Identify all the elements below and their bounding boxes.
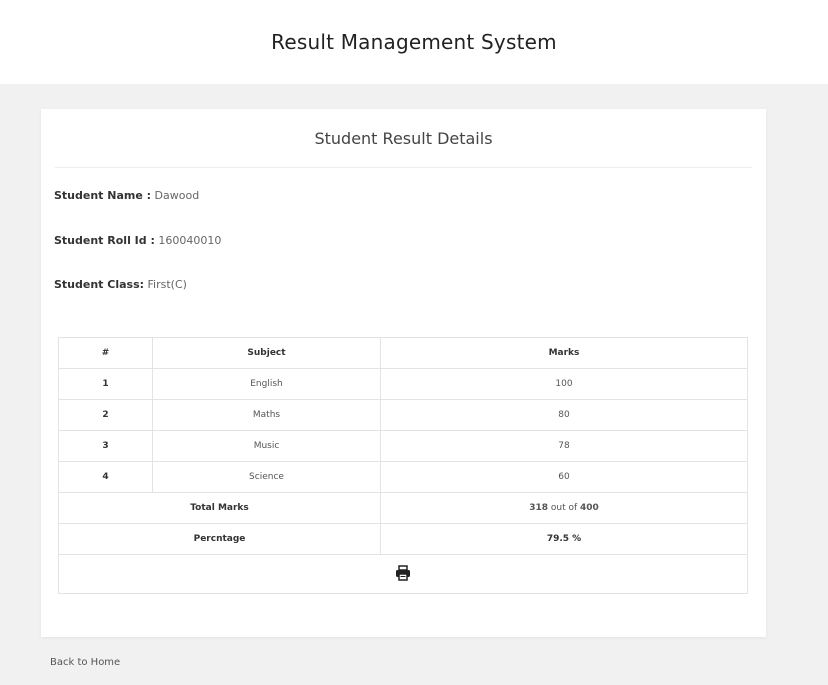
student-name-line: Student Name : Dawood <box>54 189 199 202</box>
row-num: 4 <box>58 461 153 493</box>
class-value: First(C) <box>144 278 187 291</box>
student-name-label: Student Name : <box>54 189 152 202</box>
roll-id-value: 160040010 <box>154 234 222 247</box>
roll-id-label: Student Roll Id : <box>54 234 155 247</box>
percentage-value: 79.5 % <box>380 523 748 555</box>
printer-icon[interactable] <box>395 564 411 584</box>
table-row: 1 English 100 <box>58 368 748 400</box>
percentage-row: Percntage 79.5 % <box>58 523 748 555</box>
header-bar: Result Management System <box>0 0 828 84</box>
row-subject: Music <box>152 430 381 462</box>
result-table: # Subject Marks 1 English 100 2 Maths 80… <box>58 337 748 594</box>
table-row: 4 Science 60 <box>58 461 748 493</box>
header-num: # <box>58 337 153 369</box>
row-subject: Maths <box>152 399 381 431</box>
percentage-label: Percntage <box>58 523 381 555</box>
header-marks: Marks <box>380 337 748 369</box>
total-row: Total Marks 318 out of 400 <box>58 492 748 524</box>
total-max: 400 <box>580 503 599 513</box>
print-cell <box>58 554 748 594</box>
page-title: Result Management System <box>271 30 557 54</box>
row-num: 3 <box>58 430 153 462</box>
row-marks: 60 <box>380 461 748 493</box>
roll-id-line: Student Roll Id : 160040010 <box>54 234 221 247</box>
result-card: Student Result Details Student Name : Da… <box>41 109 766 637</box>
total-obtained: 318 <box>529 503 548 513</box>
print-row <box>58 554 748 594</box>
back-to-home-link[interactable]: Back to Home <box>50 657 120 668</box>
row-subject: Science <box>152 461 381 493</box>
row-num: 2 <box>58 399 153 431</box>
table-row: 3 Music 78 <box>58 430 748 462</box>
row-marks: 78 <box>380 430 748 462</box>
card-title: Student Result Details <box>55 109 752 168</box>
total-value: 318 out of 400 <box>380 492 748 524</box>
row-marks: 80 <box>380 399 748 431</box>
row-subject: English <box>152 368 381 400</box>
class-label: Student Class: <box>54 278 145 291</box>
class-line: Student Class: First(C) <box>54 278 187 291</box>
table-header-row: # Subject Marks <box>58 337 748 369</box>
student-name-value: Dawood <box>151 189 200 202</box>
row-marks: 100 <box>380 368 748 400</box>
header-subject: Subject <box>152 337 381 369</box>
total-mid: out of <box>548 503 580 513</box>
row-num: 1 <box>58 368 153 400</box>
table-row: 2 Maths 80 <box>58 399 748 431</box>
total-label: Total Marks <box>58 492 381 524</box>
